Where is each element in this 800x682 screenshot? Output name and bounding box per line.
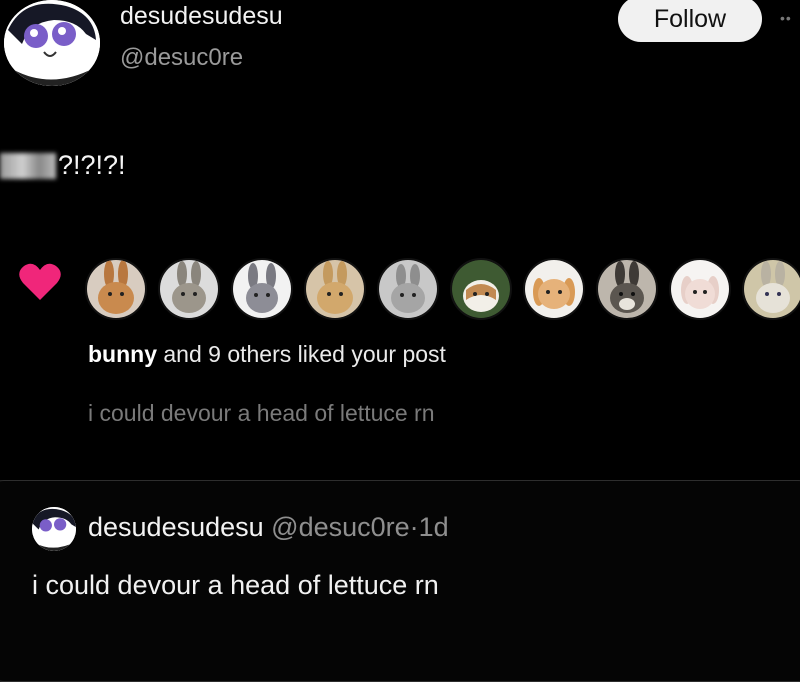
quoted-post-timestamp: 1d — [418, 512, 449, 542]
follow-button[interactable]: Follow — [618, 0, 762, 42]
quoted-post-handle[interactable]: @desuc0re — [271, 512, 409, 542]
quoted-post-avatar[interactable] — [32, 507, 76, 551]
liker-avatar-bunny[interactable] — [85, 258, 147, 320]
quoted-post-header: desudesudesu @desuc0re·1d — [88, 512, 449, 543]
liker-avatar[interactable] — [669, 258, 731, 320]
liker-avatar[interactable] — [450, 258, 512, 320]
post-text: ?!?!?! — [0, 150, 126, 181]
quoted-post-separator: · — [409, 512, 419, 542]
liker-avatar[interactable] — [596, 258, 658, 320]
quoted-post-display-name[interactable]: desudesudesu — [88, 512, 264, 542]
notification-text: bunny and 9 others liked your post — [88, 341, 446, 368]
liker-avatar[interactable] — [742, 258, 800, 320]
liker-avatar[interactable] — [377, 258, 439, 320]
profile-handle[interactable]: @desuc0re — [120, 44, 243, 72]
liker-avatar[interactable] — [304, 258, 366, 320]
heart-icon — [19, 263, 61, 300]
post-text-content: ?!?!?! — [58, 150, 126, 180]
notification-post-preview[interactable]: i could devour a head of lettuce rn — [88, 400, 435, 427]
censored-blur — [0, 152, 56, 179]
notification-rest: and 9 others liked your post — [157, 341, 446, 367]
liker-avatar[interactable] — [231, 258, 293, 320]
profile-avatar[interactable] — [4, 0, 100, 86]
liker-avatar[interactable] — [523, 258, 585, 320]
quoted-post-text: i could devour a head of lettuce rn — [32, 570, 439, 600]
liker-avatar[interactable] — [158, 258, 220, 320]
anime-avatar-icon — [4, 0, 100, 86]
liker-name[interactable]: bunny — [88, 341, 157, 367]
anime-avatar-icon — [32, 507, 76, 551]
profile-display-name[interactable]: desudesudesu — [120, 2, 283, 31]
more-horizontal-icon[interactable]: •• — [780, 10, 792, 26]
